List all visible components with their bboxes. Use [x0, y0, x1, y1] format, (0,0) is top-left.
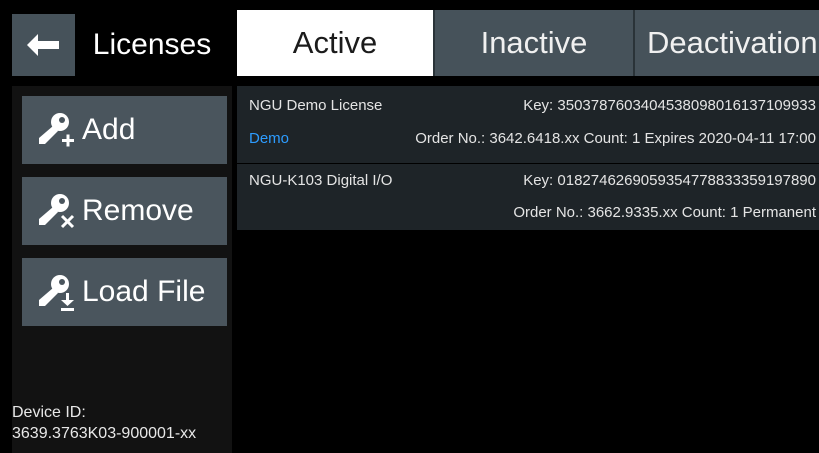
remove-label: Remove [82, 194, 194, 227]
back-button[interactable] [12, 14, 75, 76]
tab-deactivation[interactable]: Deactivation [633, 10, 819, 76]
key-add-icon [36, 110, 76, 150]
arrow-left-icon [26, 34, 61, 56]
load-file-label: Load File [82, 275, 206, 308]
license-details: Order No.: 3662.9335.xx Count: 1 Permane… [513, 204, 816, 221]
load-file-button[interactable]: Load File [22, 258, 227, 326]
key-remove-icon [36, 191, 76, 231]
license-tag: Demo [249, 130, 290, 147]
device-id-label: Device ID: [12, 404, 86, 421]
license-name: NGU Demo License [249, 97, 383, 114]
license-details: Order No.: 3642.6418.xx Count: 1 Expires… [415, 130, 816, 147]
key-load-icon [36, 272, 76, 312]
license-name: NGU-K103 Digital I/O [249, 172, 393, 189]
list-item[interactable]: NGU Demo License Key: 350378760340453809… [237, 86, 819, 163]
tab-active[interactable]: Active [237, 10, 433, 76]
sidebar: Add Remove Load File Device ID: 3639.376… [12, 86, 232, 453]
license-list: NGU Demo License Key: 350378760340453809… [237, 86, 819, 453]
device-id: Device ID: 3639.3763K03-900001-xx [12, 402, 196, 444]
license-key: Key: 0182746269059354778833359197890 [523, 172, 816, 189]
license-key: Key: 3503787603404538098016137109933 [523, 97, 816, 114]
add-label: Add [82, 113, 136, 146]
tab-bar: Active Inactive Deactivation [237, 10, 819, 76]
device-id-value: 3639.3763K03-900001-xx [12, 425, 197, 442]
add-license-button[interactable]: Add [22, 96, 227, 164]
page-title: Licenses [77, 14, 227, 76]
list-item[interactable]: NGU-K103 Digital I/O Key: 01827462690593… [237, 164, 819, 230]
remove-license-button[interactable]: Remove [22, 177, 227, 245]
tab-inactive[interactable]: Inactive [433, 10, 633, 76]
